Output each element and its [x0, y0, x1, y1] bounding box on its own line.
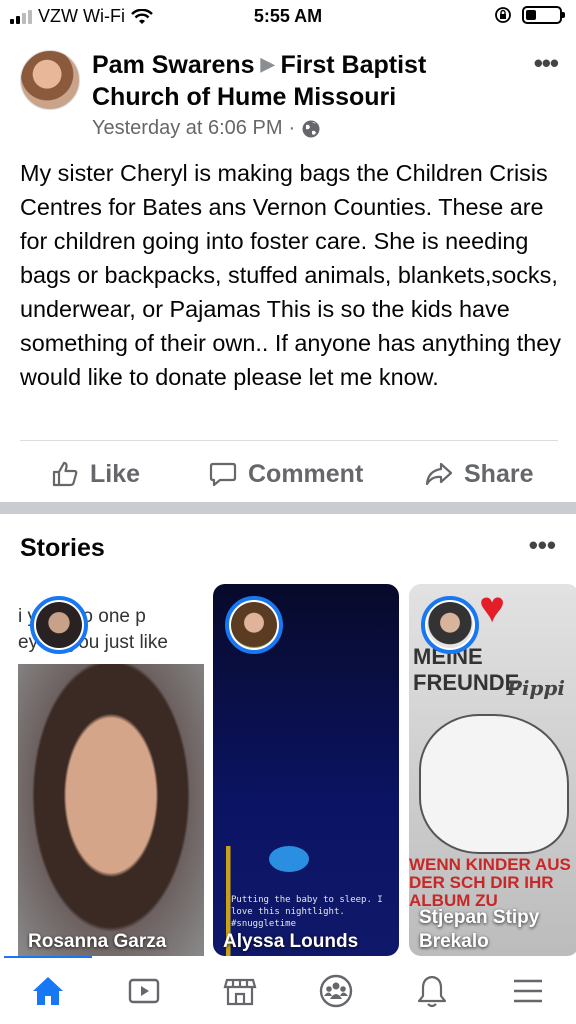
tab-groups[interactable]: [288, 958, 384, 1024]
story-avatar: [225, 596, 283, 654]
book-red-text: WENN KINDER AUS DER SCH DIR IHR ALBUM ZU: [409, 855, 571, 910]
story-author-name: Rosanna Garza: [28, 931, 167, 952]
status-bar: VZW Wi-Fi 5:55 AM: [0, 0, 576, 34]
groups-icon: [319, 974, 353, 1008]
book-subtitle: Pippi: [506, 676, 565, 700]
post-author-line: Pam Swarens ▶ First Baptist Church of Hume…: [92, 48, 512, 113]
globe-icon: [302, 120, 320, 137]
tab-notifications[interactable]: [384, 958, 480, 1024]
story-photo: [18, 664, 204, 956]
share-icon: [425, 462, 453, 486]
orientation-lock-icon: [495, 7, 511, 23]
divider: [20, 440, 558, 441]
author-avatar[interactable]: [20, 50, 80, 110]
thumbs-up-icon: [52, 461, 78, 487]
battery-level: [526, 10, 536, 20]
fish-graphic: [269, 846, 309, 872]
like-button[interactable]: Like: [50, 454, 140, 494]
stories-more-options-icon[interactable]: •••: [529, 530, 556, 561]
story-avatar: [30, 596, 88, 654]
status-right: [494, 6, 565, 24]
stories-title: Stories: [20, 534, 105, 562]
post-header: Pam Swarens ▶ First Baptist Church of Hume…: [92, 48, 512, 140]
author-name[interactable]: Pam Swarens: [92, 51, 255, 79]
share-button[interactable]: Share: [424, 454, 533, 494]
bell-icon: [417, 975, 447, 1008]
story-avatar: [421, 596, 479, 654]
meta-dot: ·: [288, 117, 296, 139]
arrow-right-icon: ▶: [260, 54, 275, 74]
tab-menu[interactable]: [480, 958, 576, 1024]
status-time: 5:55 AM: [253, 6, 323, 26]
post-text: My sister Cheryl is making bags the Chil…: [20, 160, 561, 390]
tab-marketplace[interactable]: [192, 958, 288, 1024]
like-label: Like: [90, 459, 141, 488]
marketplace-icon: [223, 978, 257, 1006]
bottom-tab-bar: [0, 958, 576, 1024]
tab-home[interactable]: [0, 958, 96, 1024]
section-separator: [0, 502, 576, 514]
battery-icon: [522, 6, 565, 24]
post-meta: Yesterday at 6:06 PM ·: [92, 117, 512, 140]
story-card[interactable]: Putting the baby to sleep. I love this n…: [213, 584, 399, 956]
horse-illustration: [419, 714, 569, 854]
post-more-options-icon[interactable]: •••: [534, 48, 559, 79]
story-card[interactable]: ♥ MEINE FREUNDE Pippi WENN KINDER AUS DE…: [409, 584, 576, 956]
share-label: Share: [464, 459, 534, 488]
comment-icon: [209, 462, 237, 487]
story-author-name: Stjepan Stipy Brekalo: [419, 907, 540, 952]
home-icon: [33, 977, 63, 1005]
tab-watch[interactable]: [96, 958, 192, 1024]
comment-button[interactable]: Comment: [208, 454, 363, 494]
comment-label: Comment: [248, 459, 364, 488]
story-card[interactable]: i y talk to one p ey so you just like Ro…: [18, 584, 204, 956]
menu-icon: [514, 979, 542, 1003]
post-timestamp[interactable]: Yesterday at 6:06 PM: [92, 117, 283, 140]
feed-post: Pam Swarens ▶ First Baptist Church of Hume…: [0, 34, 576, 502]
story-author-name: Alyssa Lounds: [223, 931, 359, 952]
post-actions: Like Comment Share: [0, 454, 576, 498]
story-note: Putting the baby to sleep. I love this n…: [231, 895, 383, 929]
watch-icon: [128, 978, 160, 1004]
heart-icon: ♥: [479, 584, 506, 632]
